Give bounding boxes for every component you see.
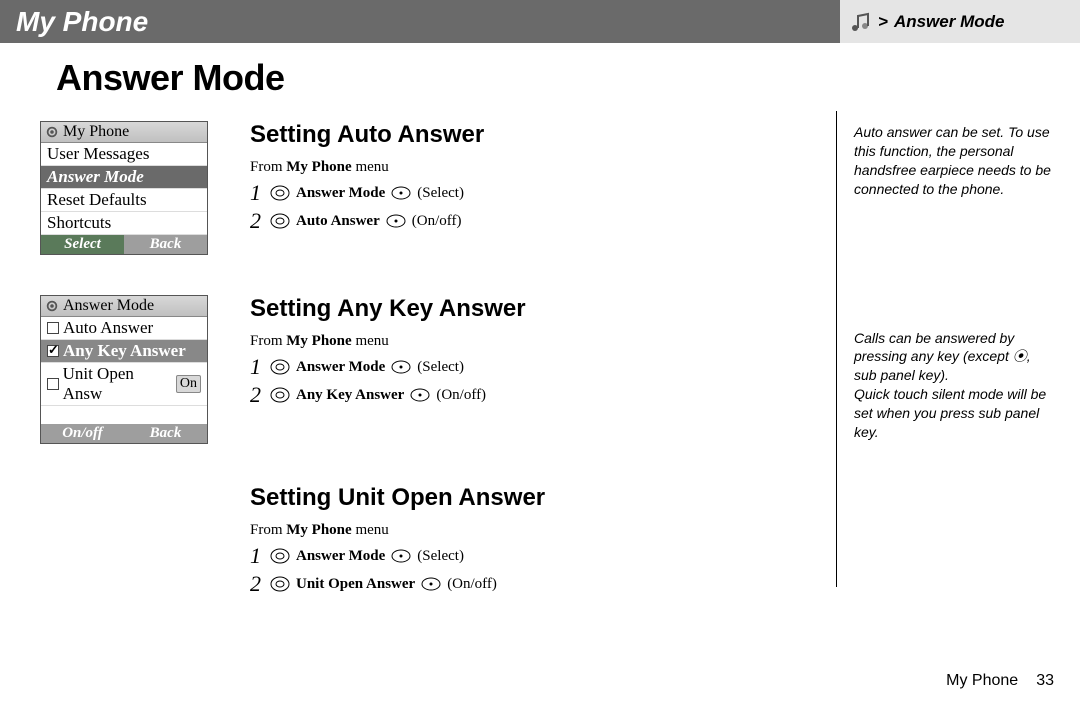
phone-title: Answer Mode: [63, 297, 154, 315]
footer-page-number: 33: [1036, 672, 1054, 690]
step-2: 2 Unit Open Answer (On/off): [250, 571, 840, 597]
step-1: 1 Answer Mode (Select): [250, 180, 840, 206]
step-2: 2 Auto Answer (On/off): [250, 208, 840, 234]
step-1: 1 Answer Mode (Select): [250, 543, 840, 569]
menu-item[interactable]: Unit Open AnswOn: [41, 363, 207, 406]
header-breadcrumb: > Answer Mode: [840, 0, 1080, 43]
section-unit-open-answer: Setting Unit Open Answer From My Phone m…: [40, 484, 840, 599]
phone-screenshot-myphone: My Phone User Messages Answer Mode Reset…: [40, 121, 208, 255]
navkey-icon: [270, 359, 290, 375]
softkey-onoff[interactable]: On/off: [41, 424, 124, 443]
checkbox-checked-icon: [47, 345, 59, 357]
navkey-icon: [270, 185, 290, 201]
section-any-key-answer: Answer Mode Auto Answer Any Key Answer U…: [40, 295, 840, 444]
from-line: From My Phone menu: [250, 333, 840, 350]
section-heading: Setting Any Key Answer: [250, 295, 840, 323]
breadcrumb-prefix: >: [878, 12, 888, 32]
section-auto-answer: My Phone User Messages Answer Mode Reset…: [40, 121, 840, 255]
phone-title: My Phone: [63, 123, 129, 141]
gear-icon: [45, 299, 59, 313]
step-2: 2 Any Key Answer (On/off): [250, 382, 840, 408]
page-footer: My Phone 33: [946, 672, 1054, 690]
selectkey-icon: [391, 548, 411, 564]
selectkey-icon: [410, 387, 430, 403]
phone-titlebar: Answer Mode: [41, 296, 207, 317]
menu-item[interactable]: Reset Defaults: [41, 189, 207, 212]
phone-screenshot-answermode: Answer Mode Auto Answer Any Key Answer U…: [40, 295, 208, 444]
navkey-icon: [270, 213, 290, 229]
from-line: From My Phone menu: [250, 159, 840, 176]
menu-item-selected[interactable]: Answer Mode: [41, 166, 207, 189]
header-chapter: My Phone: [0, 0, 840, 43]
step-1: 1 Answer Mode (Select): [250, 354, 840, 380]
selectkey-icon: [391, 359, 411, 375]
page-title: Answer Mode: [40, 57, 840, 99]
navkey-icon: [270, 576, 290, 592]
phone-titlebar: My Phone: [41, 122, 207, 143]
softkey-back[interactable]: Back: [124, 424, 207, 443]
menu-item[interactable]: User Messages: [41, 143, 207, 166]
sidenote-any-key: Calls can be answered by pressing any ke…: [854, 329, 1054, 442]
selectkey-icon: [391, 185, 411, 201]
vertical-divider: [836, 111, 837, 587]
page-header: My Phone > Answer Mode: [0, 0, 1080, 43]
status-badge: On: [176, 375, 201, 393]
navkey-icon: [270, 387, 290, 403]
checkbox-icon: [47, 378, 59, 390]
selectkey-icon: [421, 576, 441, 592]
section-heading: Setting Unit Open Answer: [250, 484, 840, 512]
softkey-back[interactable]: Back: [124, 235, 207, 254]
menu-item[interactable]: Shortcuts: [41, 212, 207, 235]
breadcrumb-title: Answer Mode: [894, 12, 1005, 32]
footer-chapter: My Phone: [946, 672, 1018, 690]
section-heading: Setting Auto Answer: [250, 121, 840, 149]
menu-item-selected[interactable]: Any Key Answer: [41, 340, 207, 363]
checkbox-icon: [47, 322, 59, 334]
music-note-icon: [848, 10, 872, 34]
gear-icon: [45, 125, 59, 139]
softkey-select[interactable]: Select: [41, 235, 124, 254]
from-line: From My Phone menu: [250, 522, 840, 539]
navkey-icon: [270, 548, 290, 564]
selectkey-icon: [386, 213, 406, 229]
sidenote-auto-answer: Auto answer can be set. To use this func…: [854, 123, 1054, 199]
menu-item[interactable]: Auto Answer: [41, 317, 207, 340]
